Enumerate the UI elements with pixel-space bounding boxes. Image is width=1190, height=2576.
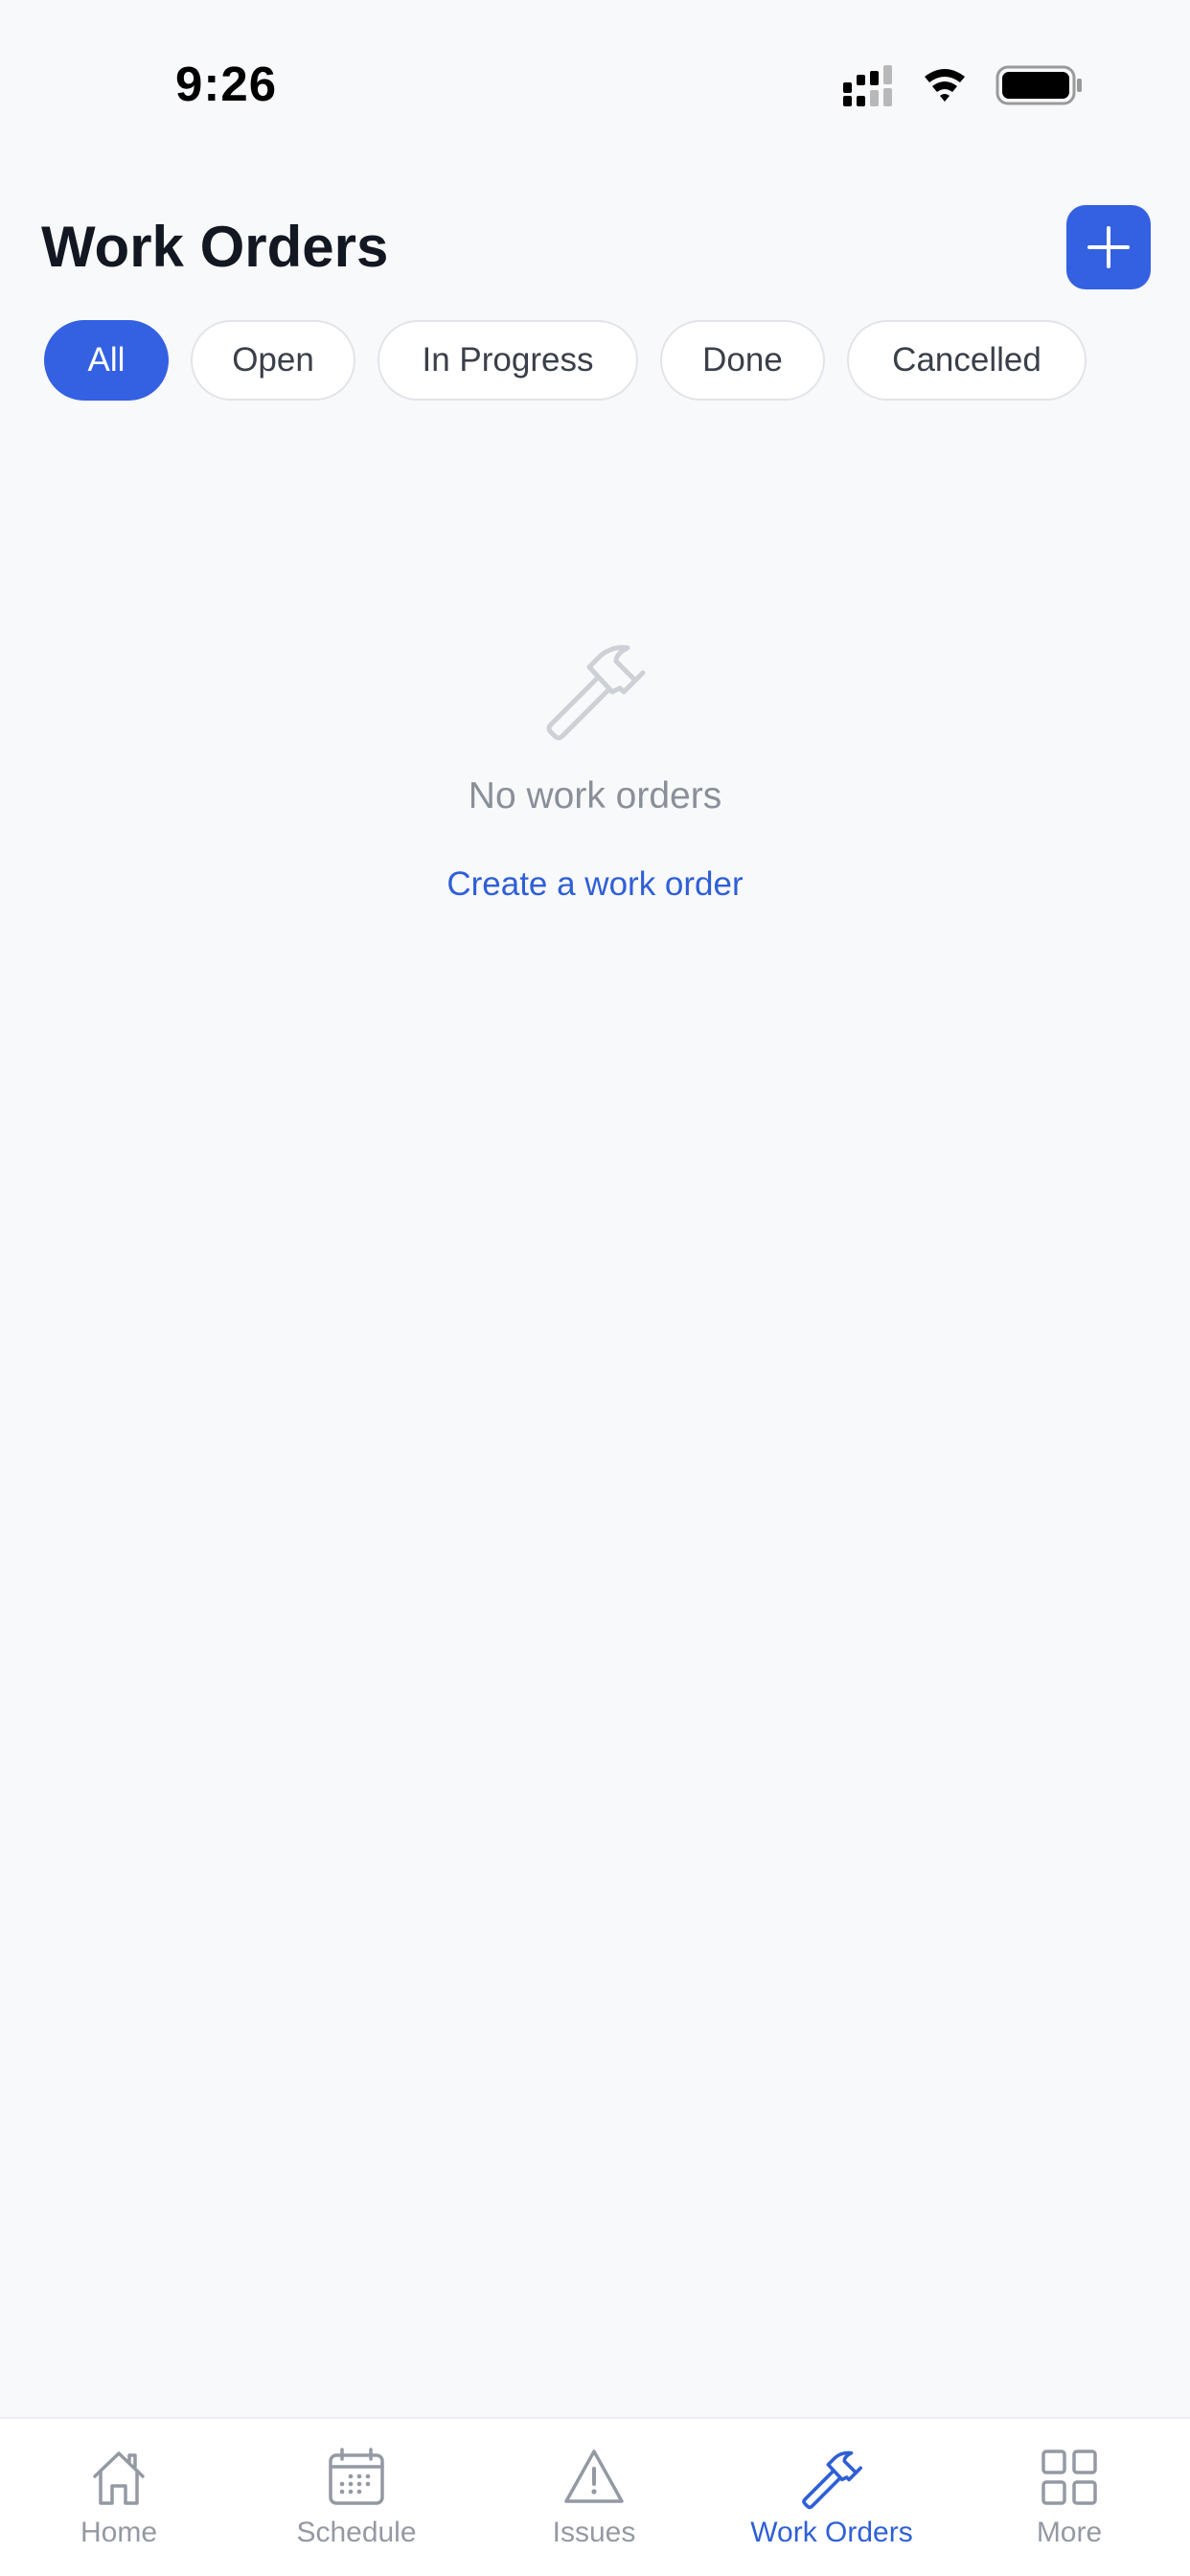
tab-more[interactable]: More (973, 2444, 1165, 2559)
add-work-order-button[interactable] (1066, 205, 1151, 289)
status-time: 9:26 (175, 57, 278, 111)
grid-icon (1041, 2450, 1097, 2505)
home-icon (93, 2451, 145, 2505)
tab-more-label: More (1036, 2517, 1103, 2548)
hammer-icon (802, 2450, 862, 2510)
tab-schedule[interactable]: Schedule (261, 2444, 452, 2559)
status-icons (843, 65, 1082, 106)
bottom-tab-bar: Home Schedule Issues Work Orders More (0, 2417, 1190, 2576)
wifi-icon (925, 69, 965, 102)
warning-icon (564, 2450, 624, 2503)
filter-chip-all[interactable]: All (44, 320, 169, 401)
filter-chip-in-progress[interactable]: In Progress (378, 320, 638, 401)
tab-issues-label: Issues (552, 2517, 636, 2548)
empty-state: No work orders Create a work order (0, 632, 1190, 906)
calendar-icon (329, 2448, 384, 2505)
status-bar: 9:26 (0, 0, 1190, 144)
plus-icon (1087, 226, 1130, 268)
status-filter-bar: All Open In Progress Done Cancelled (44, 320, 1087, 401)
tab-home-label: Home (80, 2517, 158, 2548)
create-work-order-link[interactable]: Create a work order (446, 863, 743, 906)
filter-chip-done[interactable]: Done (660, 320, 825, 401)
tab-work-orders[interactable]: Work Orders (736, 2444, 927, 2559)
filter-chip-open[interactable]: Open (191, 320, 355, 401)
hammer-icon (546, 645, 646, 741)
tab-schedule-label: Schedule (296, 2517, 417, 2548)
filter-chip-cancelled[interactable]: Cancelled (847, 320, 1087, 401)
page-title: Work Orders (41, 215, 389, 279)
tab-issues[interactable]: Issues (498, 2444, 690, 2559)
empty-state-message: No work orders (468, 775, 722, 816)
tab-home[interactable]: Home (23, 2444, 215, 2559)
battery-icon (995, 65, 1082, 105)
tab-work-orders-label: Work Orders (750, 2517, 913, 2548)
cellular-signal-icon (843, 65, 892, 106)
